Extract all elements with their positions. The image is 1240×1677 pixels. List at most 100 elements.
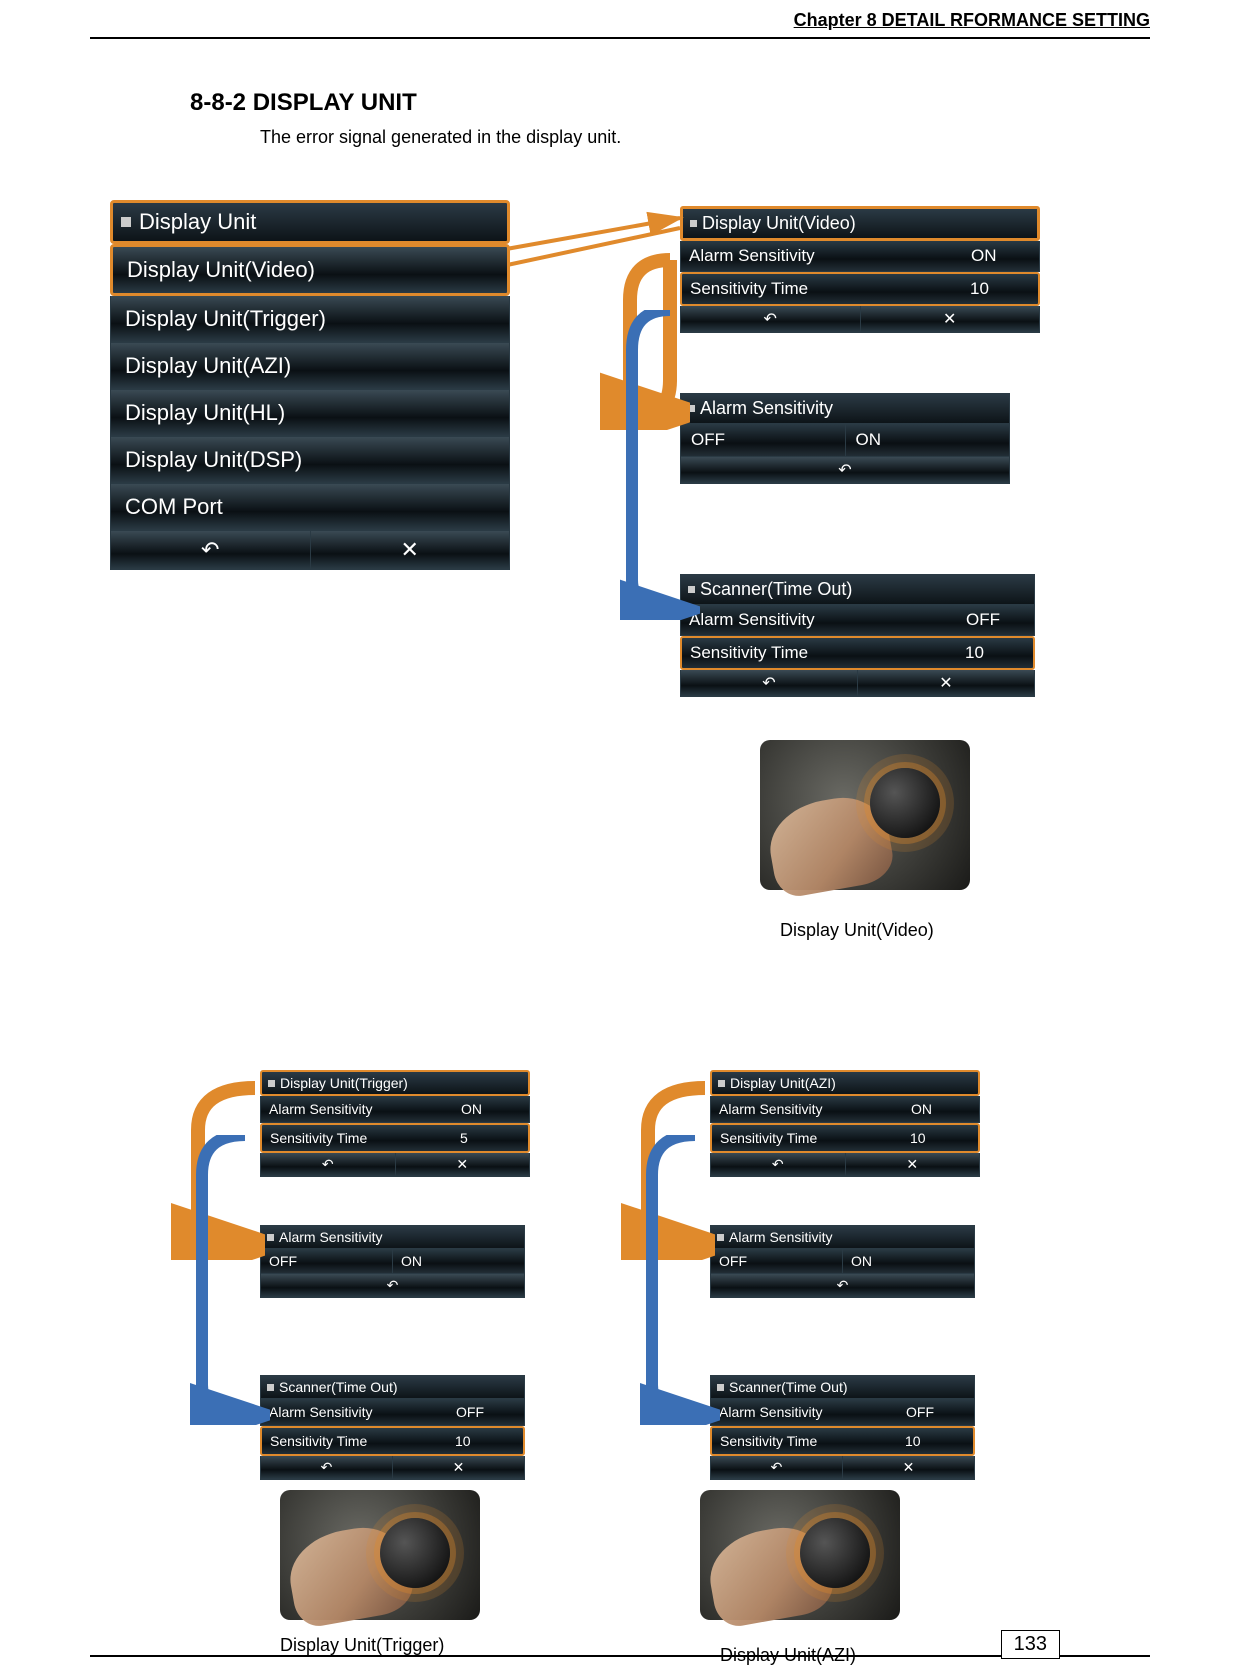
kv-label: Alarm Sensitivity	[711, 1399, 898, 1425]
kv-label: Sensitivity Time	[262, 1125, 452, 1151]
azi-scanner-title: Scanner(Time Out)	[710, 1375, 975, 1399]
menu-item-azi[interactable]: Display Unit(AZI)	[110, 343, 510, 390]
main-menu-title-text: Display Unit	[139, 209, 256, 235]
alarm-panel: Alarm Sensitivity OFF ON ↶	[680, 393, 1010, 484]
marker-icon	[718, 1080, 725, 1087]
back-button[interactable]: ↶	[711, 1456, 843, 1479]
kv-value: ON	[903, 1096, 979, 1122]
toggle-on[interactable]: ON	[843, 1249, 974, 1273]
kv-value: 10	[957, 638, 1033, 668]
toggle-off[interactable]: OFF	[711, 1249, 843, 1273]
video-panel-title: Display Unit(Video)	[680, 206, 1040, 241]
kv-value: 5	[452, 1125, 528, 1151]
trigger-alarm-toggle: OFF ON	[260, 1249, 525, 1274]
toggle-on[interactable]: ON	[393, 1249, 524, 1273]
azi-alarm-title: Alarm Sensitivity	[710, 1225, 975, 1249]
footer-rule: 133	[90, 1655, 1150, 1657]
trigger-alarm-title-text: Alarm Sensitivity	[279, 1229, 382, 1245]
trigger-row-time[interactable]: Sensitivity Time 5	[260, 1123, 530, 1153]
azi-row-alarm[interactable]: Alarm Sensitivity ON	[710, 1096, 980, 1123]
close-button[interactable]: ✕	[861, 306, 1040, 332]
kv-label: Sensitivity Time	[712, 1428, 897, 1454]
video-panel: Display Unit(Video) Alarm Sensitivity ON…	[680, 206, 1040, 333]
alarm-title-text: Alarm Sensitivity	[700, 398, 833, 419]
back-button[interactable]: ↶	[681, 457, 1009, 483]
trigger-row-alarm[interactable]: Alarm Sensitivity ON	[260, 1096, 530, 1123]
azi-scanner-row-alarm[interactable]: Alarm Sensitivity OFF	[710, 1399, 975, 1426]
azi-alarm-controls: ↶	[710, 1274, 975, 1298]
kv-label: Sensitivity Time	[712, 1125, 902, 1151]
kv-value: OFF	[898, 1399, 974, 1425]
alarm-toggle: OFF ON	[680, 424, 1010, 457]
menu-item-trigger[interactable]: Display Unit(Trigger)	[110, 296, 510, 343]
trigger-scanner-title-text: Scanner(Time Out)	[279, 1379, 398, 1395]
kv-label: Sensitivity Time	[262, 1428, 447, 1454]
kv-label: Alarm Sensitivity	[681, 241, 963, 271]
kv-value: 10	[447, 1428, 523, 1454]
trigger-alarm-title: Alarm Sensitivity	[260, 1225, 525, 1249]
kv-label: Sensitivity Time	[682, 274, 962, 304]
kv-label: Alarm Sensitivity	[711, 1096, 903, 1122]
azi-row-time[interactable]: Sensitivity Time 10	[710, 1123, 980, 1153]
video-panel-title-text: Display Unit(Video)	[702, 213, 856, 234]
close-button[interactable]: ✕	[311, 531, 510, 569]
video-controls: ↶ ✕	[680, 306, 1040, 333]
kv-value: 10	[902, 1125, 978, 1151]
close-button[interactable]: ✕	[858, 670, 1034, 696]
trigger-panel: Display Unit(Trigger) Alarm Sensitivity …	[260, 1070, 530, 1177]
menu-item-comport[interactable]: COM Port	[110, 484, 510, 531]
kv-value: 10	[962, 274, 1038, 304]
menu-item-hl[interactable]: Display Unit(HL)	[110, 390, 510, 437]
trigger-controls: ↶ ✕	[260, 1153, 530, 1177]
back-button[interactable]: ↶	[711, 1274, 974, 1297]
azi-panel: Display Unit(AZI) Alarm Sensitivity ON S…	[710, 1070, 980, 1177]
kv-value: 10	[897, 1428, 973, 1454]
close-button[interactable]: ✕	[393, 1456, 524, 1479]
scanner-controls: ↶ ✕	[680, 670, 1035, 697]
page-number: 133	[1001, 1630, 1060, 1659]
trigger-alarm-panel: Alarm Sensitivity OFF ON ↶	[260, 1225, 525, 1298]
toggle-on[interactable]: ON	[846, 424, 1010, 456]
back-button[interactable]: ↶	[711, 1153, 846, 1176]
menu-item-dsp[interactable]: Display Unit(DSP)	[110, 437, 510, 484]
knob-image	[760, 740, 970, 890]
azi-title: Display Unit(AZI)	[710, 1070, 980, 1096]
close-button[interactable]: ✕	[396, 1153, 530, 1176]
main-menu-controls: ↶ ✕	[110, 531, 510, 570]
close-button[interactable]: ✕	[843, 1456, 974, 1479]
arrow-hook-blue-1	[620, 310, 700, 620]
kv-label: Alarm Sensitivity	[681, 605, 958, 635]
back-button[interactable]: ↶	[681, 670, 858, 696]
back-button[interactable]: ↶	[261, 1456, 393, 1479]
chapter-heading: Chapter 8 DETAIL RFORMANCE SETTING	[90, 10, 1150, 31]
video-row-alarm[interactable]: Alarm Sensitivity ON	[680, 241, 1040, 272]
azi-alarm-title-text: Alarm Sensitivity	[729, 1229, 832, 1245]
knob-image	[280, 1490, 480, 1620]
kv-value: OFF	[958, 605, 1034, 635]
scanner-row-alarm[interactable]: Alarm Sensitivity OFF	[680, 605, 1035, 636]
azi-alarm-toggle: OFF ON	[710, 1249, 975, 1274]
toggle-off[interactable]: OFF	[261, 1249, 393, 1273]
menu-item-video[interactable]: Display Unit(Video)	[110, 244, 510, 296]
azi-title-text: Display Unit(AZI)	[730, 1075, 836, 1091]
azi-scanner-controls: ↶ ✕	[710, 1456, 975, 1480]
trigger-title: Display Unit(Trigger)	[260, 1070, 530, 1096]
azi-scanner-title-text: Scanner(Time Out)	[729, 1379, 848, 1395]
toggle-off[interactable]: OFF	[681, 424, 846, 456]
section-desc: The error signal generated in the displa…	[260, 127, 1150, 148]
trigger-scanner-row-alarm[interactable]: Alarm Sensitivity OFF	[260, 1399, 525, 1426]
scanner-row-time[interactable]: Sensitivity Time 10	[680, 636, 1035, 670]
back-button[interactable]: ↶	[261, 1153, 396, 1176]
trigger-scanner-row-time[interactable]: Sensitivity Time 10	[260, 1426, 525, 1456]
arrow-hook-blue-trigger	[190, 1135, 270, 1425]
back-button[interactable]: ↶	[261, 1274, 524, 1297]
close-button[interactable]: ✕	[846, 1153, 980, 1176]
azi-scanner-row-time[interactable]: Sensitivity Time 10	[710, 1426, 975, 1456]
kv-value: OFF	[448, 1399, 524, 1425]
kv-label: Alarm Sensitivity	[261, 1096, 453, 1122]
azi-controls: ↶ ✕	[710, 1153, 980, 1177]
kv-value: ON	[453, 1096, 529, 1122]
video-row-time[interactable]: Sensitivity Time 10	[680, 272, 1040, 306]
back-button[interactable]: ↶	[681, 306, 861, 332]
back-button[interactable]: ↶	[111, 531, 311, 569]
